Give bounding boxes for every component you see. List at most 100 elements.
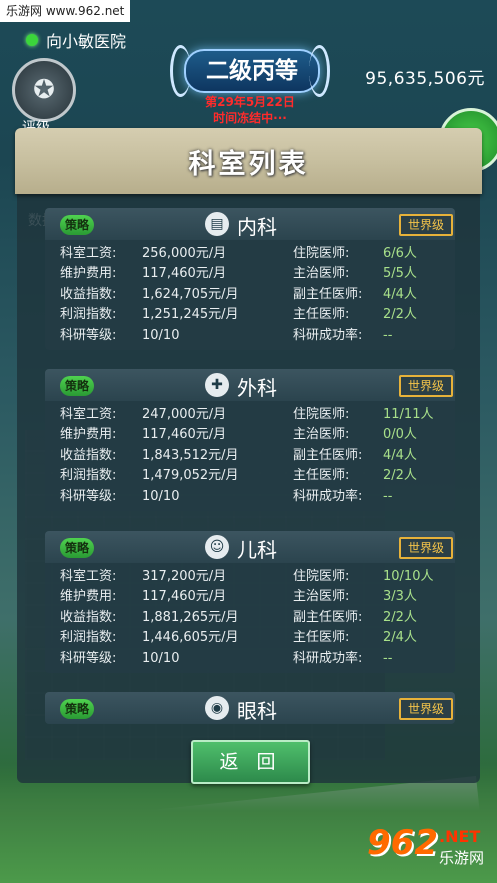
staff-label: 住院医师:: [293, 569, 350, 584]
staff-value: --: [383, 488, 393, 504]
status-dot-icon: [26, 34, 38, 46]
department-card-surgery: 策略 ✚ 外科 世界级 科室工资: 247,000元/月 住院医师: 11/11人 维…: [45, 369, 455, 511]
staff-label: 副主任医师:: [293, 609, 363, 625]
stat-value: 256,000元/月: [142, 246, 227, 261]
stat-value: 117,460元/月: [142, 589, 227, 605]
staff-value: 6/6人: [383, 246, 417, 261]
staff-label: 科研成功率:: [293, 488, 363, 504]
evaluation-button[interactable]: ✪: [12, 58, 76, 122]
department-header: 策略 ▤ 内科 世界级: [45, 208, 455, 240]
department-header: 策略 ◉ 眼科 世界级: [45, 692, 455, 724]
game-date: 第29年5月22日: [205, 95, 295, 109]
stat-value: 10/10: [142, 650, 180, 666]
stat-row: 科室工资: 256,000元/月 住院医师: 6/6人: [45, 244, 455, 264]
stat-label: 科研等级:: [60, 488, 117, 504]
stat-row: 科室工资: 317,200元/月 住院医师: 10/10人: [45, 567, 455, 587]
staff-value: 2/2人: [383, 609, 417, 625]
baby-icon: ☺: [205, 535, 229, 559]
department-card-ophthalmology: 策略 ◉ 眼科 世界级: [45, 692, 455, 724]
department-list-dialog: 科室列表 策略 ▤ 内科 世界级 科室工资: 256,000元/月 住院医师: 6/6…: [15, 128, 482, 783]
staff-label: 住院医师:: [293, 407, 350, 422]
stat-label: 科室工资:: [60, 407, 117, 422]
strategy-button[interactable]: 策略: [60, 699, 94, 719]
department-stats: 科室工资: 256,000元/月 住院医师: 6/6人 维护费用: 117,460元/月…: [45, 240, 455, 350]
staff-value: 4/4人: [383, 447, 417, 463]
department-name: 内科: [237, 215, 277, 239]
stat-value: 117,460元/月: [142, 427, 227, 443]
department-name: 儿科: [237, 538, 277, 562]
stat-value: 1,843,512元/月: [142, 447, 239, 463]
staff-label: 科研成功率:: [293, 327, 363, 343]
department-level-badge: 世界级: [399, 375, 453, 397]
staff-label: 副主任医师:: [293, 447, 363, 463]
stat-label: 科研等级:: [60, 650, 117, 666]
stat-row: 科研等级: 10/10 科研成功率: --: [45, 649, 455, 669]
stat-row: 利润指数: 1,479,052元/月 主任医师: 2/2人: [45, 466, 455, 486]
stat-value: 247,000元/月: [142, 407, 227, 422]
eye-icon: ◉: [205, 696, 229, 720]
site-watermark: 乐游网 www.962.net: [0, 0, 131, 22]
staff-label: 主治医师:: [293, 266, 350, 282]
staff-label: 副主任医师:: [293, 286, 363, 302]
hospital-rank-badge[interactable]: 二级丙等: [170, 45, 330, 97]
staff-label: 主治医师:: [293, 427, 350, 443]
stat-value: 1,881,265元/月: [142, 609, 239, 625]
strategy-button[interactable]: 策略: [60, 215, 94, 235]
staff-value: --: [383, 650, 393, 666]
staff-value: 11/11人: [383, 407, 434, 422]
stat-value: 317,200元/月: [142, 569, 227, 584]
department-level-badge: 世界级: [399, 537, 453, 559]
stat-value: 1,624,705元/月: [142, 286, 239, 302]
stat-label: 科室工资:: [60, 569, 117, 584]
medal-icon: ✪: [33, 75, 55, 105]
stat-row: 科研等级: 10/10 科研成功率: --: [45, 326, 455, 346]
stat-row: 利润指数: 1,446,605元/月 主任医师: 2/4人: [45, 628, 455, 648]
staff-value: 2/2人: [383, 307, 417, 323]
stat-row: 收益指数: 1,881,265元/月 副主任医师: 2/2人: [45, 608, 455, 628]
hospital-name: 向小敏医院: [26, 28, 126, 52]
stat-row: 维护费用: 117,460元/月 主治医师: 5/5人: [45, 264, 455, 284]
stat-value: 10/10: [142, 327, 180, 343]
stat-value: 117,460元/月: [142, 266, 227, 282]
department-name: 外科: [237, 376, 277, 400]
staff-label: 主任医师:: [293, 307, 350, 323]
staff-label: 住院医师:: [293, 246, 350, 261]
staff-value: --: [383, 327, 393, 343]
department-card-pediatrics: 策略 ☺ 儿科 世界级 科室工资: 317,200元/月 住院医师: 10/10人 维…: [45, 531, 455, 673]
department-level-badge: 世界级: [399, 698, 453, 720]
staff-value: 0/0人: [383, 427, 417, 443]
stat-label: 利润指数:: [60, 307, 117, 323]
stat-value: 10/10: [142, 488, 180, 504]
stat-row: 科研等级: 10/10 科研成功率: --: [45, 487, 455, 507]
stat-value: 1,446,605元/月: [142, 630, 239, 646]
rank-label: 二级丙等: [184, 49, 320, 93]
department-level-badge: 世界级: [399, 214, 453, 236]
department-name: 眼科: [237, 699, 277, 723]
department-header: 策略 ☺ 儿科 世界级: [45, 531, 455, 563]
laurel-right-icon: [309, 45, 330, 97]
stat-label: 科研等级:: [60, 327, 117, 343]
stat-label: 维护费用:: [60, 427, 117, 443]
surgery-icon: ✚: [205, 373, 229, 397]
money-balance: 95,635,506元: [365, 69, 485, 89]
department-header: 策略 ✚ 外科 世界级: [45, 369, 455, 401]
dialog-title: 科室列表: [188, 149, 309, 180]
back-button[interactable]: 返 回: [191, 740, 310, 784]
staff-value: 10/10人: [383, 569, 434, 584]
hospital-name-label: 向小敏医院: [46, 32, 127, 51]
stat-label: 收益指数:: [60, 447, 117, 463]
staff-value: 5/5人: [383, 266, 417, 282]
stat-label: 维护费用:: [60, 589, 117, 605]
stat-label: 科室工资:: [60, 246, 117, 261]
clipboard-icon: ▤: [205, 212, 229, 236]
staff-value: 2/4人: [383, 630, 417, 646]
stat-row: 利润指数: 1,251,245元/月 主任医师: 2/2人: [45, 305, 455, 325]
stat-label: 利润指数:: [60, 630, 117, 646]
strategy-button[interactable]: 策略: [60, 538, 94, 558]
stat-label: 收益指数:: [60, 286, 117, 302]
staff-label: 主任医师:: [293, 630, 350, 646]
dialog-header: 科室列表: [15, 128, 482, 194]
strategy-button[interactable]: 策略: [60, 376, 94, 396]
staff-label: 主治医师:: [293, 589, 350, 605]
time-freeze-status: 时间冻结中···: [213, 111, 287, 125]
